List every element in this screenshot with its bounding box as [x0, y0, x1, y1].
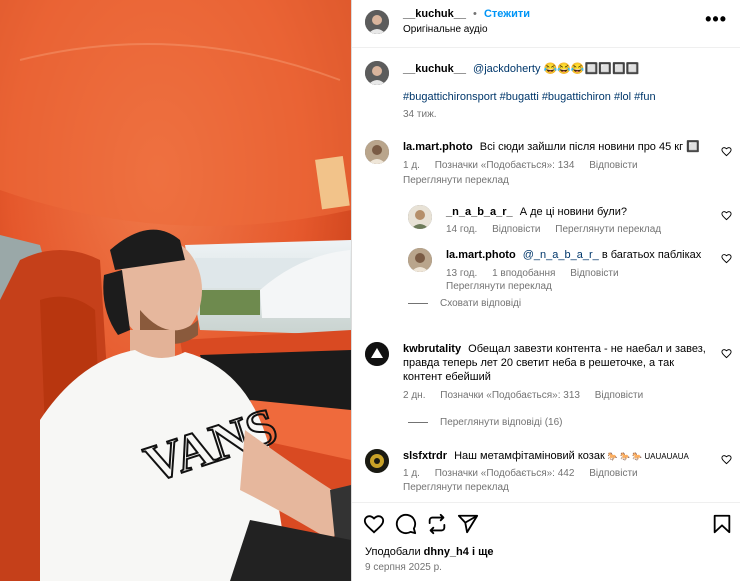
comment-username[interactable]: slsfxtrdr [403, 450, 447, 462]
comment-body: Наш метамфітаміновий козак [454, 450, 605, 462]
reply-button[interactable]: Відповісти [492, 224, 540, 235]
heart-icon[interactable] [721, 253, 732, 264]
comment-avatar[interactable] [365, 449, 389, 473]
avatar-image [365, 10, 389, 34]
reply-meta: 13 год. 1 вподобання Відповісти [446, 268, 631, 279]
comment-text: la.mart.photo Всі сюди зайшли після нови… [403, 140, 700, 154]
heart-icon[interactable] [721, 348, 732, 359]
author-line: __kuchuk__ • Стежити [403, 8, 530, 20]
reply-time[interactable]: 13 год. [446, 268, 477, 279]
reply-username[interactable]: _n_a_b_a_r_ [446, 206, 513, 218]
like-heart-icon[interactable] [363, 513, 385, 535]
heart-icon[interactable] [721, 454, 732, 465]
reply-button[interactable]: Відповісти [570, 268, 618, 279]
caption-hashtags[interactable]: #bugattichironsport #bugatti #bugattichi… [403, 90, 656, 104]
divider-line [408, 421, 428, 423]
comment-likes-count[interactable]: Позначки «Подобається»: 313 [440, 390, 580, 401]
comment-username[interactable]: la.mart.photo [403, 141, 473, 153]
avatar-image [365, 140, 389, 164]
bookmark-icon[interactable] [711, 513, 733, 535]
liked-by-user[interactable]: dhny_h4 [424, 546, 469, 558]
comment-time[interactable]: 1 д. [403, 160, 420, 171]
send-icon[interactable] [457, 513, 479, 535]
reply-text: la.mart.photo @_n_a_b_a_r_ в багатьох па… [446, 248, 701, 262]
reply-likes-count[interactable]: 1 вподобання [492, 268, 555, 279]
comment-icon[interactable] [395, 513, 417, 535]
comment-body-line-1: Обещал завезти контента - не наебал и за… [468, 343, 706, 355]
avatar-image [408, 205, 432, 229]
caption-time: 34 тиж. [403, 109, 437, 120]
reply-meta: 14 год. Відповісти Переглянути переклад [446, 224, 673, 235]
audio-label[interactable]: Оригінальне аудіо [403, 24, 488, 35]
author-username[interactable]: __kuchuk__ [403, 8, 466, 20]
heart-icon[interactable] [721, 146, 732, 157]
caption-emojis: 😂😂😂🔲🔲🔲🔲 [543, 63, 640, 75]
comment-body-line-3: контент ебейший [403, 371, 491, 383]
avatar-image [365, 449, 389, 473]
reply-body: А де ці новини були? [519, 206, 627, 218]
comment-time[interactable]: 2 дн. [403, 390, 425, 401]
avatar-image [365, 61, 389, 85]
reply-button[interactable]: Відповісти [595, 390, 643, 401]
caption-username[interactable]: __kuchuk__ [403, 63, 466, 75]
heart-icon[interactable] [721, 210, 732, 221]
comment-meta: 2 дн. Позначки «Подобається»: 313 Відпов… [403, 390, 655, 401]
post-date[interactable]: 9 серпня 2025 р. [365, 562, 442, 573]
reply-text: _n_a_b_a_r_ А де ці новини були? [446, 205, 627, 219]
view-replies-button[interactable]: Переглянути відповіді (16) [408, 417, 563, 428]
see-translation-button[interactable]: Переглянути переклад [446, 281, 552, 292]
comment-body: Всі сюди зайшли після новини про 45 кг 🔲 [479, 141, 700, 153]
reply-username[interactable]: la.mart.photo [446, 249, 516, 261]
see-translation-button[interactable]: Переглянути переклад [403, 175, 509, 186]
reply-button[interactable]: Відповісти [589, 160, 637, 171]
see-translation-button[interactable]: Переглянути переклад [555, 224, 661, 235]
liked-by-prefix: Уподобали [365, 546, 421, 558]
comment-username[interactable]: kwbrutality [403, 343, 461, 355]
reply-mention[interactable]: @_n_a_b_a_r_ [523, 249, 599, 261]
action-bar [352, 502, 740, 542]
reply-avatar[interactable] [408, 205, 432, 229]
divider-line [408, 302, 428, 304]
reply-body: в багатьох пабліках [601, 249, 702, 261]
hide-replies-label: Сховати відповіді [440, 298, 522, 309]
avatar-image [408, 248, 432, 272]
more-options-icon[interactable]: ••• [705, 10, 727, 28]
caption-text: __kuchuk__ @jackdoherty 😂😂😂🔲🔲🔲🔲 [403, 62, 639, 76]
comment-likes-count[interactable]: Позначки «Подобається»: 134 [435, 160, 575, 171]
author-avatar[interactable] [365, 10, 389, 34]
reply-avatar[interactable] [408, 248, 432, 272]
liked-by-line: Уподобали dhny_h4 і ще [365, 546, 493, 558]
comment-time[interactable]: 1 д. [403, 468, 420, 479]
comment-avatar[interactable] [365, 342, 389, 366]
view-replies-label: Переглянути відповіді (16) [440, 417, 563, 428]
reply-time[interactable]: 14 год. [446, 224, 477, 235]
separator-dot: • [473, 8, 477, 20]
comment-text: slsfxtrdr Наш метамфітаміновий козак 🐎 🐎… [403, 449, 689, 464]
hide-replies-button[interactable]: Сховати відповіді [408, 298, 521, 309]
post-photo-illustration: VANS [0, 0, 351, 581]
caption-mention[interactable]: @jackdoherty [473, 63, 540, 75]
liked-by-suffix[interactable]: і ще [472, 546, 494, 558]
post-header: __kuchuk__ • Стежити Оригінальне аудіо •… [352, 0, 740, 48]
repost-icon[interactable] [426, 513, 448, 535]
comment-emoji-tail: 🐎 🐎 🐎 UAUAUAUA [607, 452, 689, 461]
comment-text: kwbrutality Обещал завезти контента - не… [403, 342, 723, 384]
comment-meta: 1 д. Позначки «Подобається»: 134 Відпові… [403, 160, 650, 171]
avatar-image [365, 342, 389, 366]
comment-avatar[interactable] [365, 140, 389, 164]
comment-body-line-2: правда теперь лет 20 светит неба в решет… [403, 357, 675, 369]
post-side-panel: __kuchuk__ • Стежити Оригінальне аудіо •… [351, 0, 740, 581]
post-photo[interactable]: VANS [0, 0, 351, 581]
comment-meta: 1 д. Позначки «Подобається»: 442 Відпові… [403, 468, 650, 479]
comment-likes-count[interactable]: Позначки «Подобається»: 442 [435, 468, 575, 479]
follow-button[interactable]: Стежити [484, 8, 530, 20]
see-translation-button[interactable]: Переглянути переклад [403, 482, 509, 493]
reply-button[interactable]: Відповісти [589, 468, 637, 479]
caption-avatar[interactable] [365, 61, 389, 85]
